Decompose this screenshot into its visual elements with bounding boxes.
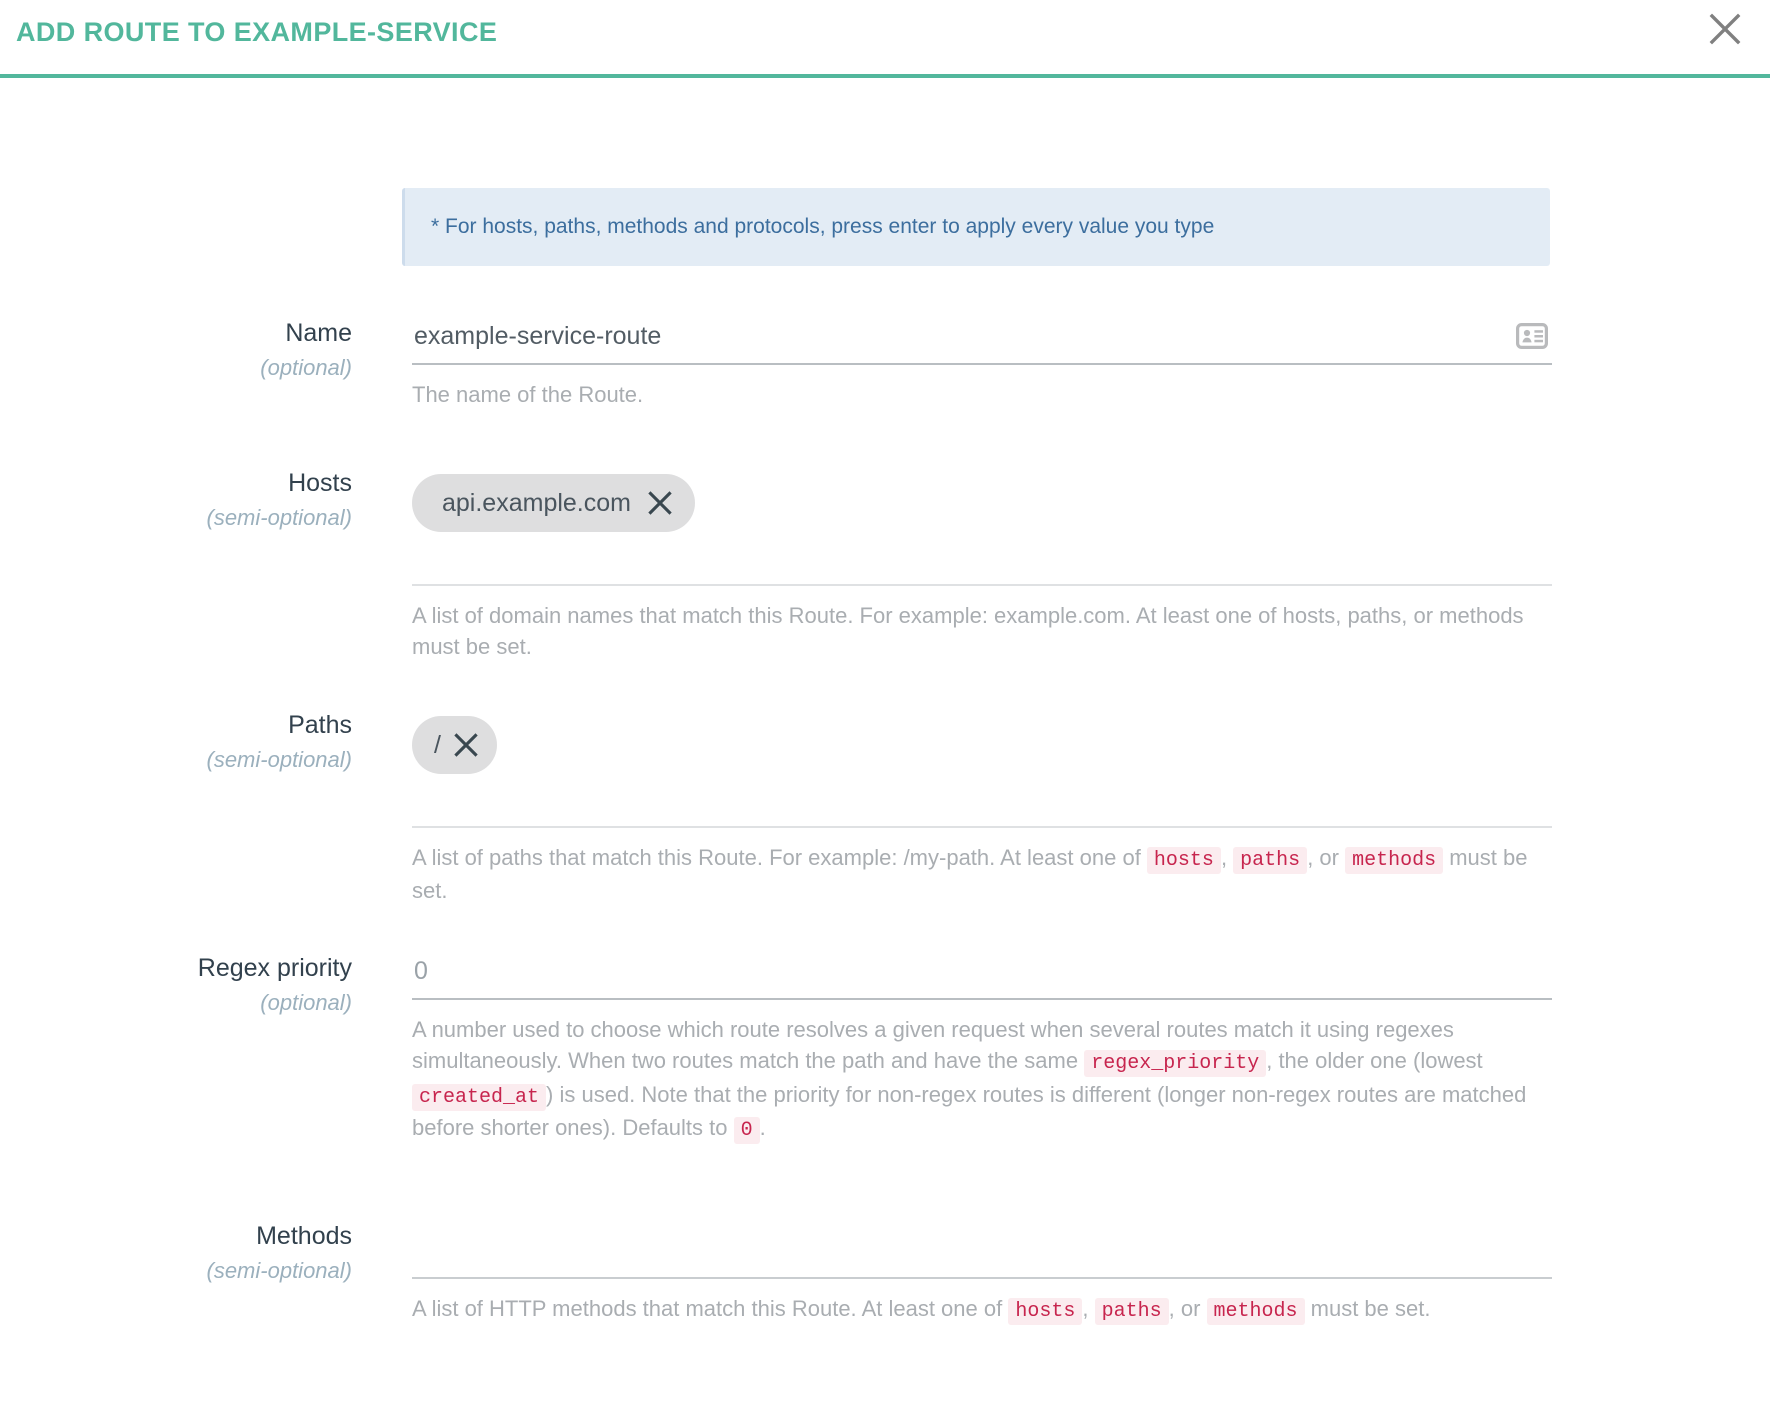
help-text-part: , bbox=[1220, 845, 1234, 870]
page-title: ADD ROUTE TO EXAMPLE-SERVICE bbox=[16, 17, 498, 47]
help-text-part: , or bbox=[1307, 845, 1346, 870]
code-regex-priority: regex_priority bbox=[1084, 1050, 1267, 1078]
regex-priority-input[interactable] bbox=[412, 953, 1552, 1000]
info-banner: * For hosts, paths, methods and protocol… bbox=[402, 188, 1550, 266]
field-methods-sublabel: (semi-optional) bbox=[206, 1258, 353, 1284]
modal-body: * For hosts, paths, methods and protocol… bbox=[0, 78, 1770, 1406]
field-methods-label-group: Methods (semi-optional) bbox=[0, 1221, 380, 1287]
help-text-part: , bbox=[1082, 1296, 1095, 1321]
field-hosts-help: A list of domain names that match this R… bbox=[412, 603, 1524, 660]
field-hosts-input-col: api.example.com A list of domain names t… bbox=[412, 468, 1552, 662]
field-regex-priority-sublabel: (optional) bbox=[260, 990, 352, 1016]
code-methods: methods bbox=[1345, 847, 1444, 874]
help-text-part: ) is used. Note that the priority for no… bbox=[412, 1081, 1527, 1141]
field-methods-help: A list of HTTP methods that match this R… bbox=[412, 1293, 1552, 1326]
help-text-part: A list of paths that match this Route. F… bbox=[412, 845, 1147, 870]
help-text-part: , the older one (lowest bbox=[1266, 1048, 1483, 1074]
field-hosts-label-group: Hosts (semi-optional) bbox=[0, 468, 380, 534]
field-hosts-sublabel: (semi-optional) bbox=[206, 505, 353, 531]
field-hosts-label: Hosts bbox=[288, 469, 352, 497]
help-text-part: . bbox=[759, 1115, 766, 1141]
field-regex-priority-label-group: Regex priority (optional) bbox=[0, 953, 380, 1019]
info-banner-text: * For hosts, paths, methods and protocol… bbox=[431, 215, 1215, 239]
field-paths-sublabel: (semi-optional) bbox=[206, 747, 353, 773]
field-paths-label: Paths bbox=[288, 711, 352, 739]
chip-path-label: / bbox=[434, 730, 441, 759]
field-regex-priority-label: Regex priority bbox=[197, 954, 352, 982]
field-paths-input-col: / A list of paths that match this Route.… bbox=[412, 710, 1552, 907]
chip-remove-icon[interactable] bbox=[647, 490, 673, 516]
field-methods-label: Methods bbox=[256, 1222, 352, 1250]
methods-chip-area[interactable] bbox=[412, 1221, 1552, 1279]
close-button[interactable] bbox=[1702, 6, 1748, 52]
help-text-part: must be set. bbox=[1304, 1296, 1431, 1321]
field-name-sublabel: (optional) bbox=[260, 355, 352, 381]
name-input[interactable] bbox=[412, 318, 1552, 365]
chip-remove-icon[interactable] bbox=[453, 732, 479, 758]
modal-header: ADD ROUTE TO EXAMPLE-SERVICE bbox=[0, 0, 1770, 78]
chip-path[interactable]: / bbox=[412, 716, 497, 774]
field-regex-priority-input-col: A number used to choose which route reso… bbox=[412, 953, 1552, 1145]
code-methods: methods bbox=[1206, 1298, 1305, 1325]
field-paths-label-group: Paths (semi-optional) bbox=[0, 710, 380, 776]
code-created-at: created_at bbox=[412, 1083, 547, 1111]
code-paths: paths bbox=[1094, 1298, 1169, 1325]
chip-host[interactable]: api.example.com bbox=[412, 474, 695, 532]
regex-priority-input-wrap bbox=[412, 953, 1552, 1000]
field-name-label-group: Name (optional) bbox=[0, 318, 380, 384]
name-input-wrap bbox=[412, 318, 1552, 365]
field-name-label: Name bbox=[285, 319, 352, 347]
field-name-help: The name of the Route. bbox=[412, 382, 644, 407]
field-regex-priority-help: A number used to choose which route reso… bbox=[412, 1014, 1552, 1145]
contact-card-icon[interactable] bbox=[1516, 320, 1548, 352]
field-name-input-col: The name of the Route. bbox=[412, 318, 1552, 410]
code-paths: paths bbox=[1233, 847, 1308, 874]
code-hosts: hosts bbox=[1008, 1298, 1083, 1325]
chip-host-label: api.example.com bbox=[442, 488, 631, 517]
field-paths-help: A list of paths that match this Route. F… bbox=[412, 842, 1552, 907]
help-text-part: , or bbox=[1168, 1296, 1207, 1321]
code-hosts: hosts bbox=[1146, 847, 1221, 874]
help-text-part: A list of HTTP methods that match this R… bbox=[412, 1296, 1009, 1321]
field-methods-input-col: A list of HTTP methods that match this R… bbox=[412, 1221, 1552, 1326]
hosts-chip-area[interactable]: api.example.com bbox=[412, 468, 1552, 586]
code-zero: 0 bbox=[733, 1117, 760, 1145]
close-icon bbox=[1707, 11, 1743, 47]
paths-chip-area[interactable]: / bbox=[412, 710, 1552, 828]
